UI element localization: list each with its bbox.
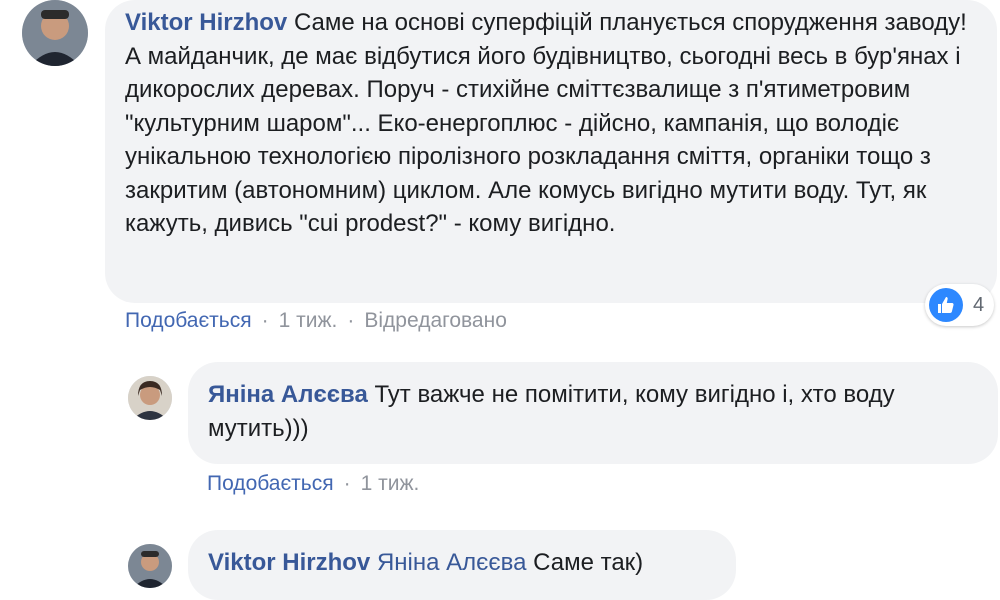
like-icon: [929, 288, 963, 322]
like-button[interactable]: Подобається: [125, 309, 252, 332]
reply-bubble: Яніна Алєєва Тут важче не помітити, кому…: [188, 362, 998, 464]
mention-link[interactable]: Яніна Алєєва: [377, 549, 527, 576]
reaction-summary[interactable]: 4: [925, 284, 995, 326]
edited-label[interactable]: Відредаговано: [364, 309, 507, 332]
reply-author[interactable]: Яніна Алєєва: [208, 381, 368, 408]
avatar[interactable]: [128, 376, 172, 420]
comment-author[interactable]: Viktor Hirzhov: [125, 9, 287, 36]
comment-actions: Подобається · 1 тиж. · Відредаговано: [125, 309, 507, 333]
avatar[interactable]: [22, 0, 88, 66]
comment-text: Саме на основі суперфіцій планується спо…: [125, 9, 967, 237]
reply-author[interactable]: Viktor Hirzhov: [208, 549, 370, 576]
separator: ·: [347, 309, 355, 332]
reaction-count: 4: [973, 293, 985, 316]
avatar[interactable]: [128, 544, 172, 588]
timestamp[interactable]: 1 тиж.: [361, 472, 420, 495]
timestamp[interactable]: 1 тиж.: [279, 309, 338, 332]
separator: ·: [343, 472, 351, 495]
reply-text: Саме так): [533, 549, 644, 576]
reply-bubble: Viktor Hirzhov Яніна Алєєва Саме так): [188, 530, 736, 600]
separator: ·: [261, 309, 269, 332]
reply-actions: Подобається · 1 тиж.: [207, 472, 419, 496]
like-button[interactable]: Подобається: [207, 472, 334, 495]
comment-bubble: Viktor Hirzhov Саме на основі суперфіцій…: [105, 0, 997, 303]
